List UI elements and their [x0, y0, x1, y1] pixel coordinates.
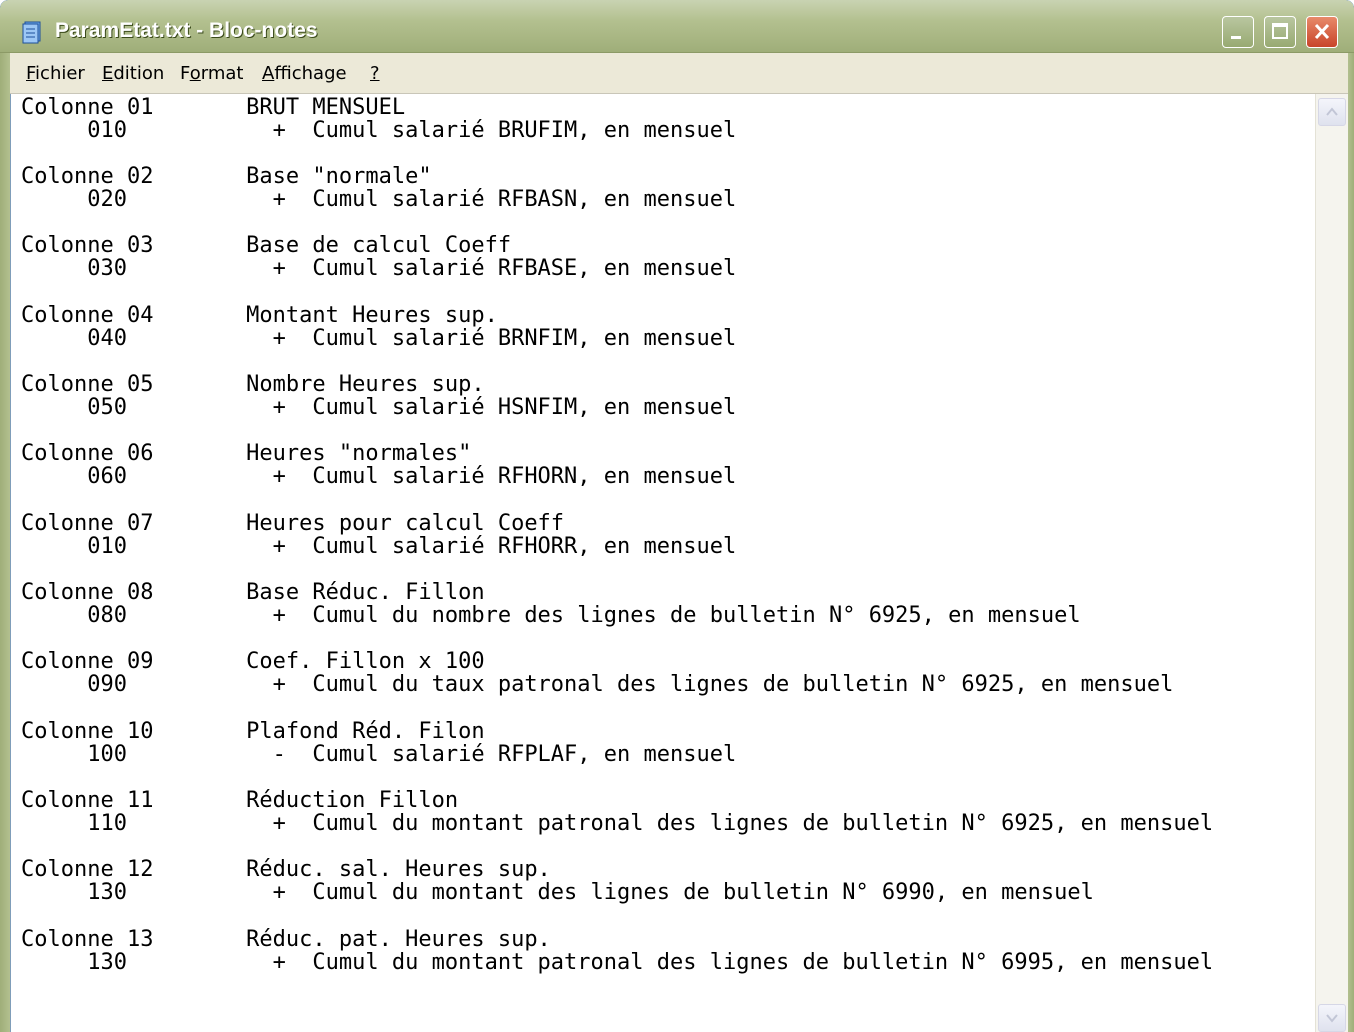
text-line: 010 + Cumul salarié RFHORR, en mensuel	[21, 534, 737, 559]
text-line: 020 + Cumul salarié RFBASN, en mensuel	[21, 187, 737, 212]
text-line: Colonne 05 Nombre Heures sup.	[21, 372, 485, 397]
minimize-icon	[1231, 36, 1241, 39]
text-line: Colonne 09 Coef. Fillon x 100	[21, 649, 485, 674]
menu-help[interactable]: ?	[370, 63, 380, 84]
menu-affichage-label: ffichage	[274, 63, 347, 84]
text-line: 010 + Cumul salarié BRUFIM, en mensuel	[21, 118, 737, 143]
text-line: 110 + Cumul du montant patronal des lign…	[21, 811, 1214, 836]
text-editor[interactable]: Colonne 01 BRUT MENSUEL 010 + Cumul sala…	[10, 94, 1348, 1032]
menu-fichier[interactable]: Fichier	[26, 63, 85, 84]
menu-fichier-label: ichier	[35, 63, 85, 84]
window-border-right	[1348, 53, 1354, 1032]
window-title: ParamEtat.txt - Bloc-notes	[55, 19, 318, 42]
menu-format[interactable]: Format	[180, 63, 243, 84]
vertical-scrollbar[interactable]	[1315, 94, 1348, 1032]
menu-edition-accel: E	[102, 63, 114, 84]
menu-edition[interactable]: Edition	[102, 63, 164, 84]
scroll-down-button[interactable]	[1318, 1004, 1346, 1032]
text-line: Colonne 12 Réduc. sal. Heures sup.	[21, 857, 551, 882]
text-line: Colonne 13 Réduc. pat. Heures sup.	[21, 927, 551, 952]
menu-bar: Fichier Edition Format Affichage ?	[10, 53, 1348, 94]
notepad-icon	[22, 21, 41, 44]
text-line: Colonne 06 Heures "normales"	[21, 441, 472, 466]
text-line: 030 + Cumul salarié RFBASE, en mensuel	[21, 256, 737, 281]
text-line: 130 + Cumul du montant patronal des lign…	[21, 950, 1214, 975]
close-icon	[1314, 23, 1330, 40]
maximize-icon	[1272, 23, 1288, 39]
menu-fichier-accel: F	[26, 63, 36, 84]
minimize-button[interactable]	[1222, 16, 1254, 48]
text-line: 100 - Cumul salarié RFPLAF, en mensuel	[21, 742, 737, 767]
maximize-button[interactable]	[1264, 16, 1296, 48]
text-line: Colonne 01 BRUT MENSUEL	[21, 95, 406, 120]
text-line: Colonne 11 Réduction Fillon	[21, 788, 459, 813]
text-line: 080 + Cumul du nombre des lignes de bull…	[21, 603, 1081, 628]
title-bar[interactable]: ParamEtat.txt - Bloc-notes	[0, 0, 1354, 53]
text-line: Colonne 03 Base de calcul Coeff	[21, 233, 512, 258]
chevron-up-icon	[1326, 107, 1338, 116]
close-button[interactable]	[1306, 16, 1338, 48]
menu-affichage[interactable]: Affichage	[262, 63, 347, 84]
window-border-left	[0, 53, 10, 1032]
chevron-down-icon	[1326, 1014, 1338, 1023]
text-line: Colonne 04 Montant Heures sup.	[21, 303, 498, 328]
menu-affichage-accel: A	[262, 63, 275, 84]
text-line: Colonne 07 Heures pour calcul Coeff	[21, 511, 565, 536]
notepad-window: ParamEtat.txt - Bloc-notes Fichier Editi…	[0, 0, 1354, 1032]
text-line: 060 + Cumul salarié RFHORN, en mensuel	[21, 464, 737, 489]
menu-format-prefix: F	[180, 63, 190, 84]
menu-format-label: rmat	[200, 63, 244, 84]
scroll-up-button[interactable]	[1318, 98, 1346, 126]
text-line: Colonne 02 Base "normale"	[21, 164, 432, 189]
text-line: 040 + Cumul salarié BRNFIM, en mensuel	[21, 326, 737, 351]
menu-format-accel: o	[189, 63, 201, 84]
text-line: 130 + Cumul du montant des lignes de bul…	[21, 880, 1094, 905]
menu-help-accel: ?	[370, 63, 380, 84]
text-line: Colonne 08 Base Réduc. Fillon	[21, 580, 485, 605]
text-line: 050 + Cumul salarié HSNFIM, en mensuel	[21, 395, 737, 420]
text-content[interactable]: Colonne 01 BRUT MENSUEL 010 + Cumul sala…	[21, 94, 1317, 1032]
text-line: 090 + Cumul du taux patronal des lignes …	[21, 672, 1174, 697]
menu-edition-label: dition	[113, 63, 165, 84]
text-line: Colonne 10 Plafond Réd. Filon	[21, 719, 485, 744]
